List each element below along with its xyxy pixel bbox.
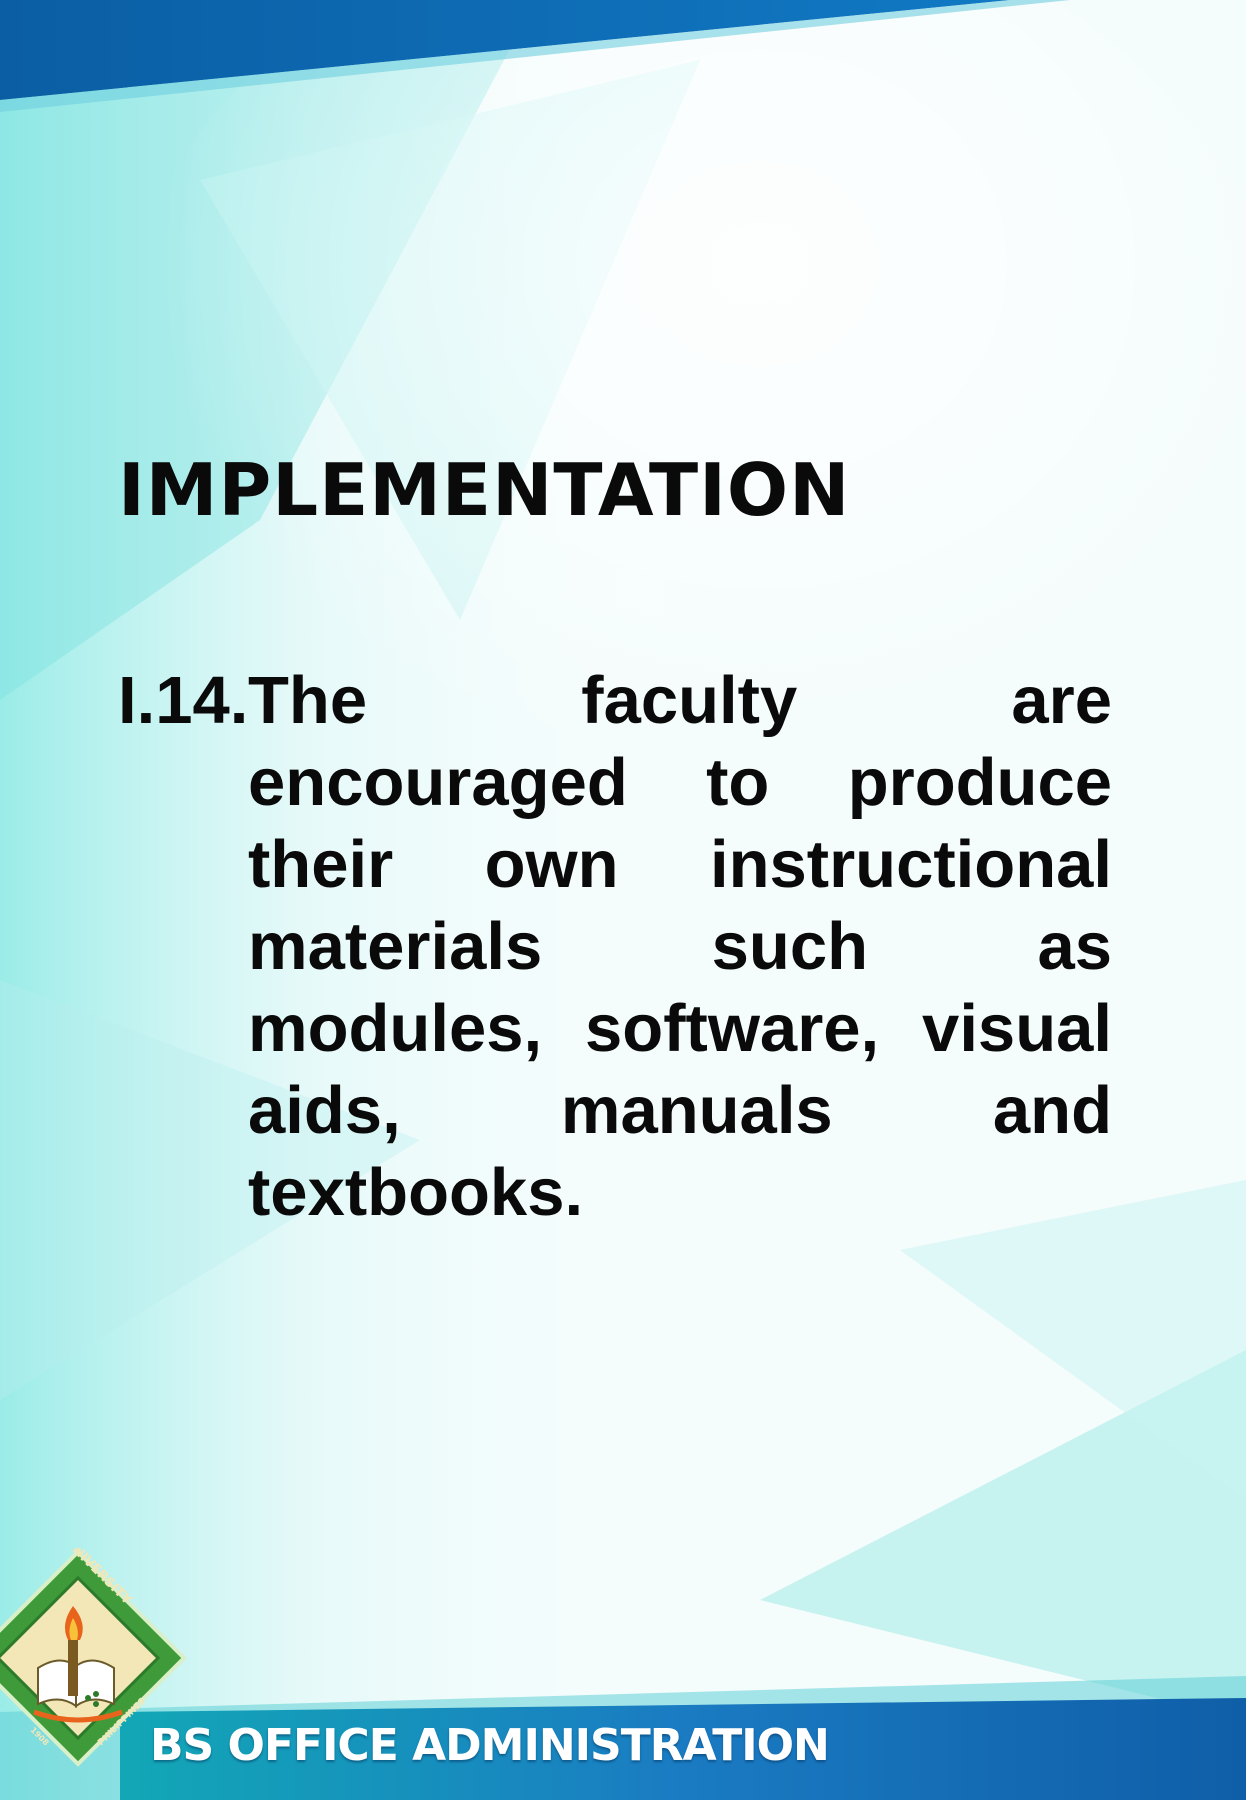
item-number: I.14.	[118, 663, 249, 738]
item-text: The faculty are encouraged to produce th…	[248, 663, 1112, 1230]
list-item: I.14. The faculty are encouraged to prod…	[118, 660, 1112, 1234]
footer-program-title: BS OFFICE ADMINISTRATION	[150, 1720, 830, 1771]
slide-heading: IMPLEMENTATION	[118, 448, 851, 532]
